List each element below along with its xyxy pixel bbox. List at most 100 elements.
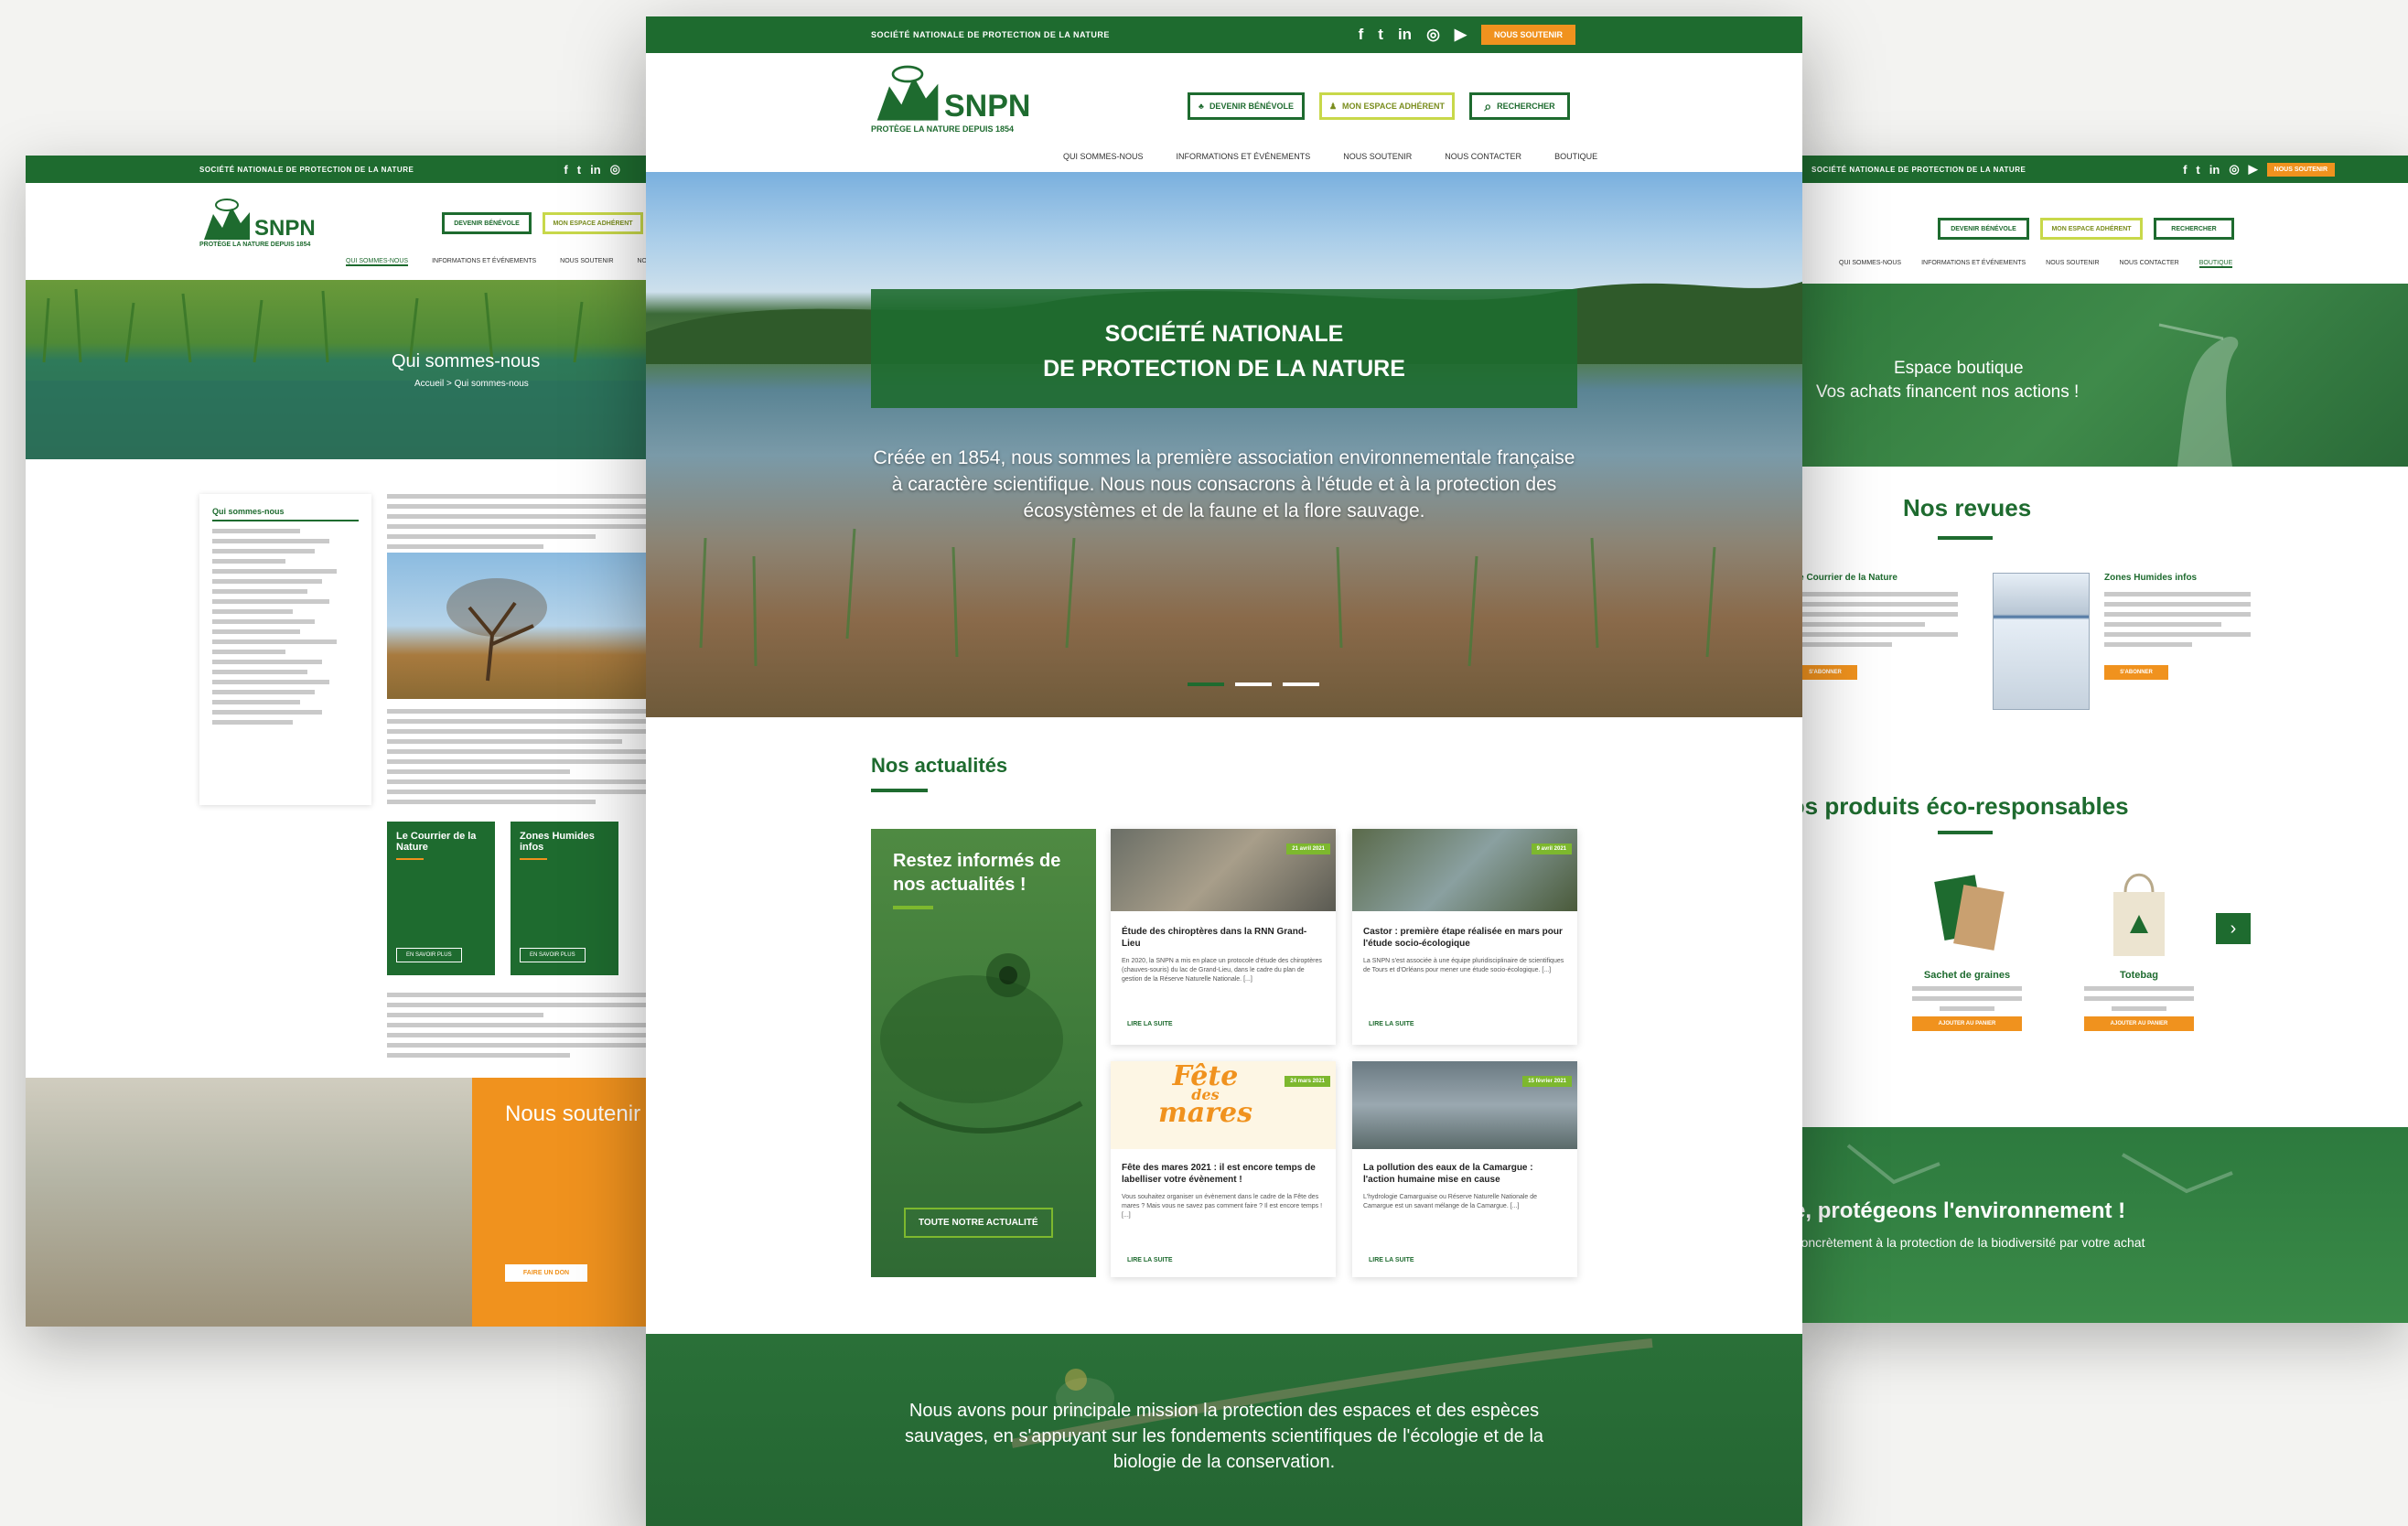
nav-item[interactable]: NOUS SOUTENIR	[2046, 260, 2099, 268]
facebook-icon[interactable]: f	[2183, 163, 2187, 177]
twitter-icon[interactable]: t	[577, 163, 581, 177]
product-totebag[interactable]: Totebag AJOUTER AU PANIER	[2084, 865, 2194, 1031]
add-to-cart-button[interactable]: AJOUTER AU PANIER	[1912, 1016, 2022, 1031]
magazine-cover	[1993, 573, 2090, 710]
logo[interactable]: SNPN PROTÈGE LA NATURE DEPUIS 1854	[199, 196, 316, 248]
subscribe-button[interactable]: S'ABONNER	[1793, 665, 1857, 680]
banner-title: Ensemble, protégeons l'environnement !	[1793, 1198, 2126, 1223]
youtube-icon[interactable]: ▶	[1455, 26, 1467, 44]
volunteer-button[interactable]: ♣ DEVENIR BÉNÉVOLE	[1188, 92, 1305, 120]
member-space-button[interactable]: MON ESPACE ADHÉRENT	[543, 212, 643, 234]
search-button[interactable]: ⌕ RECHERCHER	[1469, 92, 1570, 120]
news-card-text: Vous souhaitez organiser un évènement da…	[1122, 1194, 1323, 1219]
banner-text: Contribuez concrètement à la protection …	[1793, 1235, 2145, 1250]
products-title: Nos produits éco-responsables	[1793, 792, 2129, 820]
volunteers-photo	[26, 1078, 472, 1327]
hero-carousel-dots[interactable]	[1188, 682, 1319, 686]
news-card-date: 9 avril 2021	[1531, 844, 1572, 854]
read-more-link[interactable]: LIRE LA SUITE	[1127, 1021, 1173, 1027]
logo-bird-icon	[204, 199, 250, 240]
header-buttons: ♣ DEVENIR BÉNÉVOLE ♟ MON ESPACE ADHÉRENT…	[1188, 92, 1570, 120]
news-card[interactable]: 21 avril 2021 Étude des chiroptères dans…	[1111, 829, 1336, 1045]
nav-item[interactable]: BOUTIQUE	[2198, 260, 2233, 268]
left-card-zones[interactable]: Zones Humides infos EN SAVOIR PLUS	[511, 822, 618, 975]
learn-more-button[interactable]: EN SAVOIR PLUS	[396, 948, 462, 962]
hero-title-line1: SOCIÉTÉ NATIONALE	[1104, 321, 1344, 347]
news-card-date: 24 mars 2021	[1285, 1076, 1330, 1087]
carousel-dot[interactable]	[1235, 682, 1272, 686]
shop-hero-line2: Vos achats financent nos actions !	[1816, 382, 2080, 402]
right-topbar: SOCIÉTÉ NATIONALE DE PROTECTION DE LA NA…	[1793, 156, 2408, 183]
support-button[interactable]: NOUS SOUTENIR	[1480, 25, 1575, 45]
news-card[interactable]: 9 avril 2021 Castor : première étape réa…	[1352, 829, 1577, 1045]
left-body-text	[387, 494, 648, 554]
left-card-courrier[interactable]: Le Courrier de la Nature EN SAVOIR PLUS	[387, 822, 495, 975]
member-space-button[interactable]: MON ESPACE ADHÉRENT	[2040, 218, 2143, 240]
carousel-next-button[interactable]: ›	[2216, 913, 2251, 944]
search-button[interactable]: RECHERCHER	[2154, 218, 2234, 240]
nav-item[interactable]: INFORMATIONS ET ÉVÉNEMENTS	[432, 258, 536, 266]
logo-text: SNPN	[944, 89, 1031, 124]
totebag-icon	[2113, 873, 2165, 956]
nav-item[interactable]: NOUS CONTACTER	[1445, 152, 1521, 161]
nav-item[interactable]: NOUS CONTACTER	[2120, 260, 2179, 268]
sidebar-links[interactable]	[212, 529, 359, 725]
social-links: f t in ◎ ▶ NOUS SOUTENIR	[1359, 25, 1575, 45]
twitter-icon[interactable]: t	[1378, 26, 1383, 44]
nav-item[interactable]: NOUS SOUTENIR	[1343, 152, 1412, 161]
volunteer-button[interactable]: DEVENIR BÉNÉVOLE	[442, 212, 532, 234]
right-header: DEVENIR BÉNÉVOLE MON ESPACE ADHÉRENT REC…	[1793, 183, 2408, 284]
instagram-icon[interactable]: ◎	[1426, 26, 1440, 44]
nav-item[interactable]: QUI SOMMES-NOUS	[346, 258, 409, 266]
facebook-icon[interactable]: f	[564, 163, 567, 177]
nav-item[interactable]: BOUTIQUE	[1554, 152, 1597, 161]
nav-item[interactable]: QUI SOMMES-NOUS	[1839, 260, 1901, 268]
news-card-image: Fête des mares	[1111, 1061, 1336, 1149]
news-card-image	[1352, 1061, 1577, 1149]
support-button[interactable]: NOUS SOUTENIR	[2266, 162, 2335, 177]
logo-text: SNPN	[254, 216, 316, 241]
instagram-icon[interactable]: ◎	[610, 162, 620, 177]
instagram-icon[interactable]: ◎	[2229, 162, 2239, 177]
carousel-dot[interactable]	[1283, 682, 1319, 686]
add-to-cart-button[interactable]: AJOUTER AU PANIER	[2084, 1016, 2194, 1031]
news-card-image	[1352, 829, 1577, 911]
read-more-link[interactable]: LIRE LA SUITE	[1369, 1257, 1414, 1263]
tree-photo	[387, 553, 648, 699]
all-news-button[interactable]: TOUTE NOTRE ACTUALITÉ	[904, 1208, 1053, 1238]
member-space-button[interactable]: ♟ MON ESPACE ADHÉRENT	[1319, 92, 1455, 120]
left-body-text-3	[387, 993, 648, 1063]
nav-item[interactable]: NOUS SOUTENIR	[560, 258, 613, 266]
left-page-mockup: SOCIÉTÉ NATIONALE DE PROTECTION DE LA NA…	[26, 156, 648, 1327]
left-topbar: SOCIÉTÉ NATIONALE DE PROTECTION DE LA NA…	[26, 156, 648, 183]
center-page-mockup: SOCIÉTÉ NATIONALE DE PROTECTION DE LA NA…	[646, 16, 1802, 1526]
twitter-icon[interactable]: t	[2196, 163, 2199, 177]
product-seeds[interactable]: Sachet de graines AJOUTER AU PANIER	[1912, 865, 2022, 1031]
news-card-title: La pollution des eaux de la Camargue : l…	[1363, 1163, 1533, 1185]
read-more-link[interactable]: LIRE LA SUITE	[1127, 1257, 1173, 1263]
linkedin-icon[interactable]: in	[1398, 26, 1412, 44]
linkedin-icon[interactable]: in	[2209, 163, 2220, 177]
nav-item[interactable]: INFORMATIONS ET ÉVÉNEMENTS	[1921, 260, 2026, 268]
donate-button[interactable]: FAIRE UN DON	[505, 1264, 587, 1282]
mission-banner: Nous avons pour principale mission la pr…	[646, 1334, 1802, 1526]
nav-item[interactable]: INFORMATIONS ET ÉVÉNEMENTS	[1177, 152, 1311, 161]
news-card-title: Castor : première étape réalisée en mars…	[1363, 927, 1563, 949]
facebook-icon[interactable]: f	[1359, 26, 1364, 44]
news-card-date: 21 avril 2021	[1286, 844, 1330, 854]
volunteer-button[interactable]: DEVENIR BÉNÉVOLE	[1938, 218, 2029, 240]
left-header: SNPN PROTÈGE LA NATURE DEPUIS 1854 DEVEN…	[26, 183, 648, 280]
news-card[interactable]: 15 février 2021 La pollution des eaux de…	[1352, 1061, 1577, 1277]
read-more-link[interactable]: LIRE LA SUITE	[1369, 1021, 1414, 1027]
news-card-image	[1111, 829, 1336, 911]
news-card[interactable]: Fête des mares 24 mars 2021 Fête des mar…	[1111, 1061, 1336, 1277]
linkedin-icon[interactable]: in	[590, 163, 601, 177]
youtube-icon[interactable]: ▶	[2249, 162, 2258, 177]
nav-item[interactable]: QUI SOMMES-NOUS	[1063, 152, 1144, 161]
social-links: f t in ◎	[564, 162, 620, 177]
logo[interactable]: SNPN PROTÈGE LA NATURE DEPUIS 1854	[871, 60, 1030, 134]
carousel-dot[interactable]	[1188, 682, 1224, 686]
news-title: Nos actualités	[871, 754, 1008, 777]
learn-more-button[interactable]: EN SAVOIR PLUS	[520, 948, 586, 962]
subscribe-button[interactable]: S'ABONNER	[2104, 665, 2168, 680]
